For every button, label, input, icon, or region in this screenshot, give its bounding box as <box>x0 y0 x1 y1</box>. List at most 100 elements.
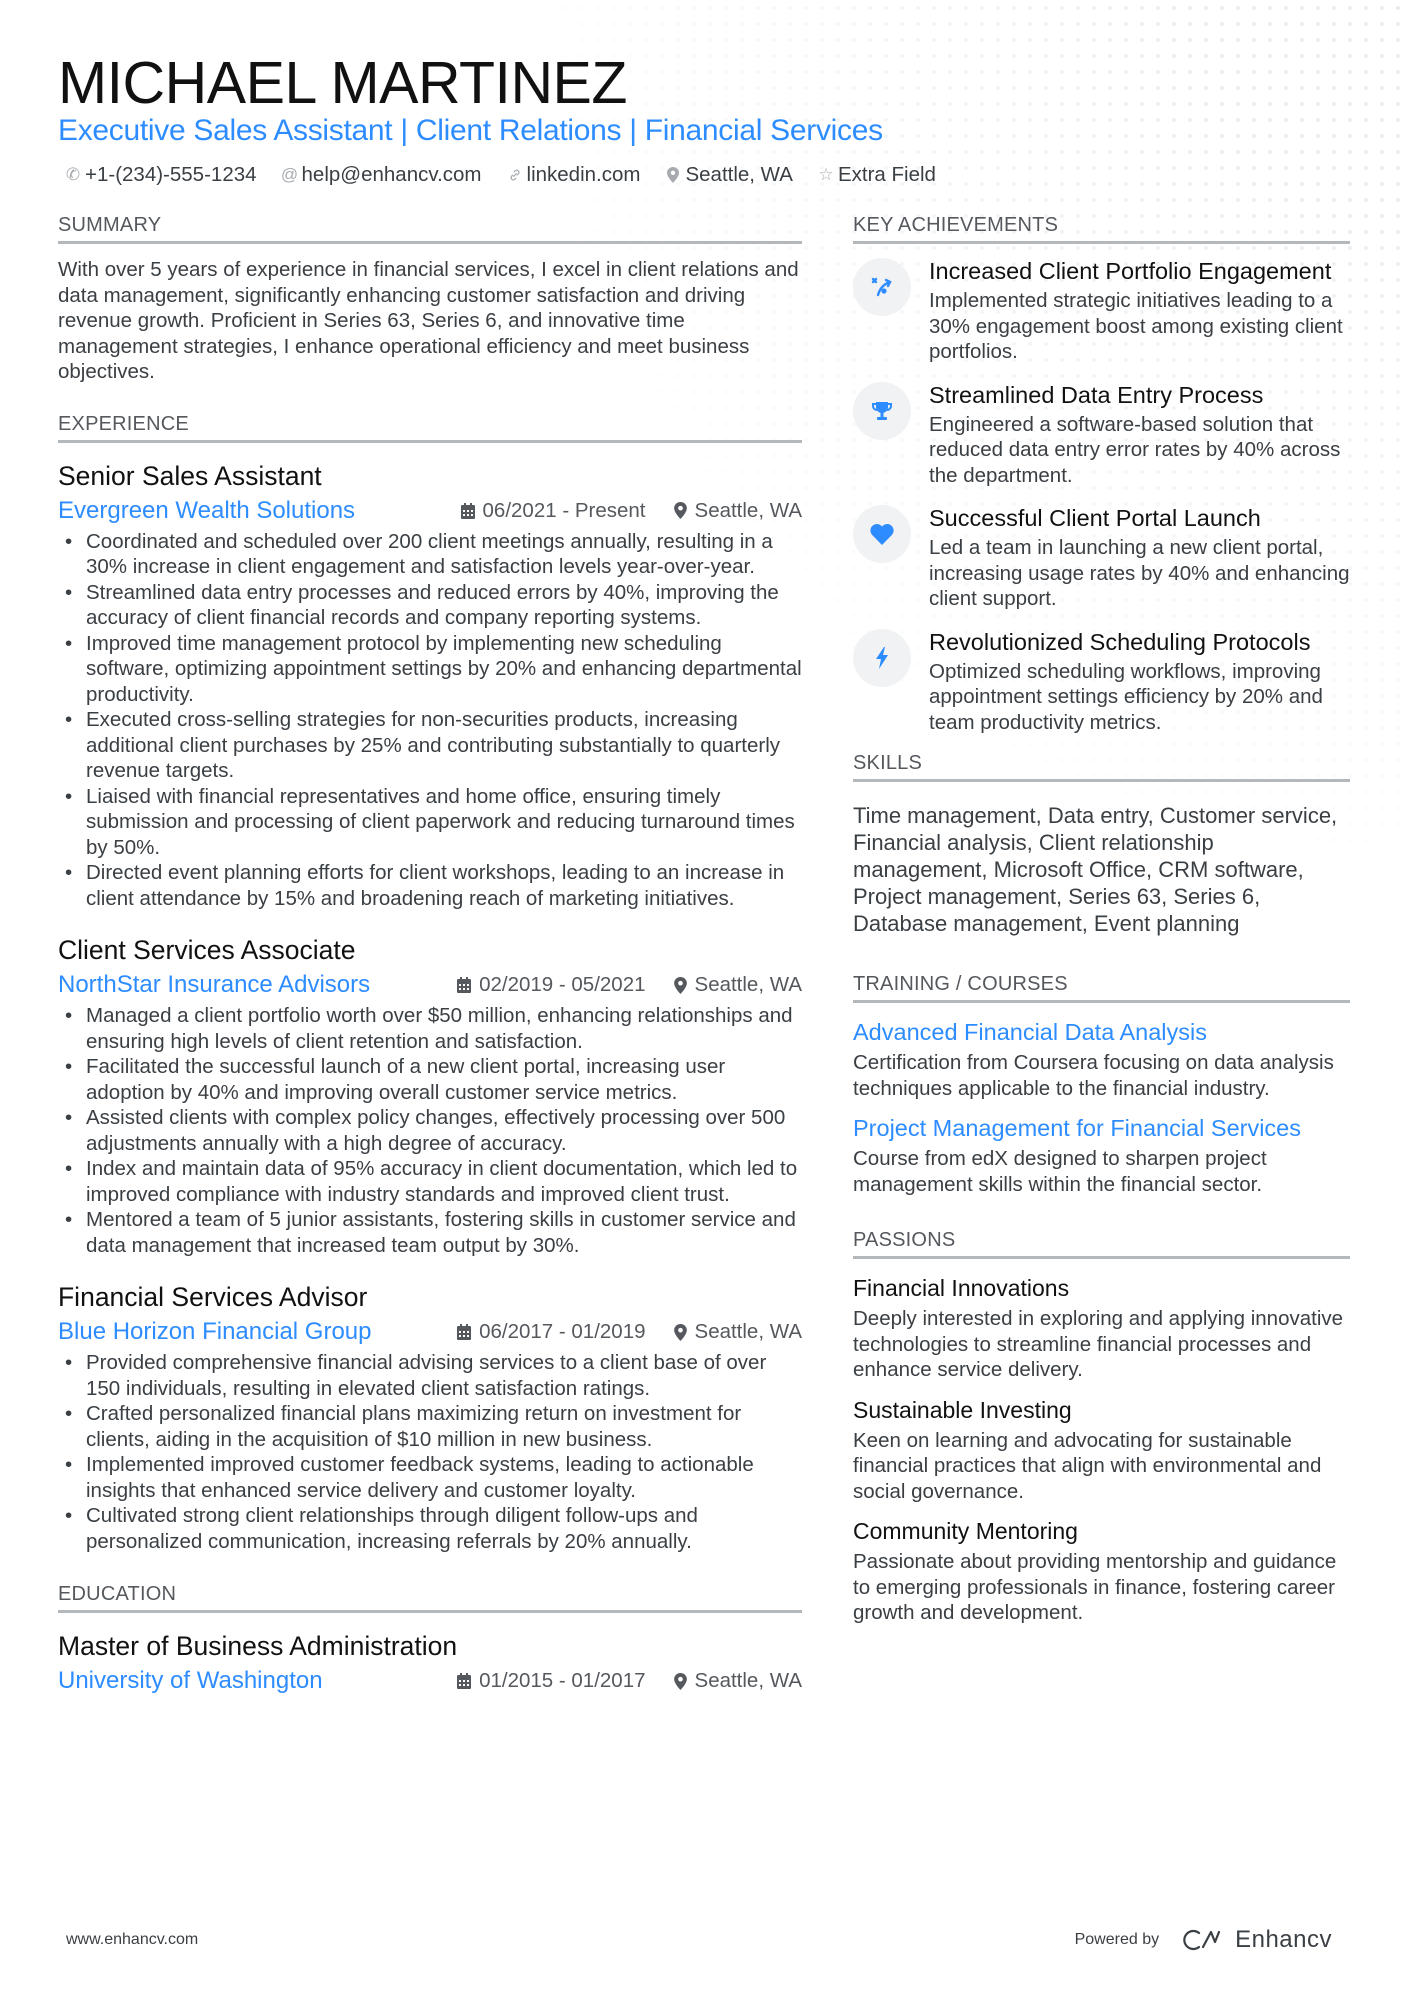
passion-title: Financial Innovations <box>853 1275 1070 1301</box>
heart-icon <box>853 505 911 563</box>
calendar-icon <box>457 1673 472 1689</box>
job-bullets: Managed a client portfolio worth over $5… <box>58 1003 802 1258</box>
course-item: Project Management for Financial Service… <box>853 1113 1350 1197</box>
candidate-headline: Executive Sales Assistant | Client Relat… <box>58 114 883 147</box>
trophy-icon <box>853 381 911 440</box>
job-location-value: Seattle, WA <box>694 973 802 996</box>
resume-page: MICHAEL MARTINEZ Executive Sales Assista… <box>0 0 1410 1995</box>
enhancv-logo-icon <box>1181 1928 1227 1952</box>
job-bullet: Mentored a team of 5 junior assistants, … <box>58 1207 802 1258</box>
job-bullet: Liaised with financial representatives a… <box>58 784 802 861</box>
contact-phone-value: +1-(234)-555-1234 <box>85 163 257 186</box>
passions-section: PASSIONS Financial Innovations Deeply in… <box>853 1227 1350 1626</box>
summary-section: SUMMARY With over 5 years of experience … <box>58 212 802 385</box>
job-dates: 02/2019 - 05/2021 <box>457 969 646 1001</box>
job-title: Senior Sales Assistant <box>58 460 322 491</box>
candidate-name: MICHAEL MARTINEZ <box>58 50 627 116</box>
school-name: University of Washington <box>58 1667 323 1694</box>
job-bullet: Assisted clients with complex policy cha… <box>58 1105 802 1156</box>
training-section: TRAINING / COURSES Advanced Financial Da… <box>853 971 1350 1197</box>
contact-row: ✆ +1-(234)-555-1234 @ help@enhancv.com l… <box>66 162 936 188</box>
experience-heading: EXPERIENCE <box>58 411 802 443</box>
contact-location: Seattle, WA <box>666 162 793 188</box>
education-meta: University of Washington 01/2015 - 01/20… <box>58 1665 802 1697</box>
education-location: Seattle, WA <box>673 1665 802 1697</box>
achievement-desc: Implemented strategic initiatives leadin… <box>929 289 1343 363</box>
contact-email[interactable]: @ help@enhancv.com <box>280 162 482 188</box>
contact-linkedin-value: linkedin.com <box>526 163 641 186</box>
job-meta: Evergreen Wealth Solutions 06/2021 - Pre… <box>58 495 802 527</box>
job-bullet: Coordinated and scheduled over 200 clien… <box>58 529 802 580</box>
passion-item: Financial Innovations Deeply interested … <box>853 1273 1350 1383</box>
calendar-icon <box>460 502 475 519</box>
job-location-value: Seattle, WA <box>694 1320 802 1343</box>
course-item: Advanced Financial Data Analysis Certifi… <box>853 1017 1350 1101</box>
achievements-list: Increased Client Portfolio Engagement Im… <box>853 256 1350 735</box>
company-name: Blue Horizon Financial Group <box>58 1318 372 1345</box>
achievement-text: Revolutionized Scheduling Protocols Opti… <box>929 627 1350 736</box>
footer-website-link[interactable]: www.enhancv.com <box>66 1931 198 1949</box>
summary-heading: SUMMARY <box>58 212 802 244</box>
job-bullet: Managed a client portfolio worth over $5… <box>58 1003 802 1054</box>
job-entry: Senior Sales Assistant Evergreen Wealth … <box>58 459 802 912</box>
achievement-item: Streamlined Data Entry Process Engineere… <box>853 380 1350 489</box>
job-dates-value: 06/2017 - 01/2019 <box>479 1320 646 1343</box>
achievement-desc: Optimized scheduling workflows, improvin… <box>929 659 1323 734</box>
achievement-item: Revolutionized Scheduling Protocols Opti… <box>853 627 1350 736</box>
contact-linkedin[interactable]: linkedin.com <box>508 162 641 188</box>
job-title: Client Services Associate <box>58 935 356 965</box>
achievement-title: Revolutionized Scheduling Protocols <box>929 628 1311 655</box>
course-title: Project Management for Financial Service… <box>853 1115 1302 1141</box>
job-dates-value: 06/2021 - Present <box>482 498 646 522</box>
job-bullet: Facilitated the successful launch of a n… <box>58 1054 802 1105</box>
job-entry: Client Services Associate NorthStar Insu… <box>58 933 802 1258</box>
passion-desc: Passionate about providing mentorship an… <box>853 1550 1337 1624</box>
passions-heading: PASSIONS <box>853 1227 1350 1259</box>
degree-title: Master of Business Administration <box>58 1631 458 1661</box>
skills-text: Time management, Data entry, Customer se… <box>853 803 1338 936</box>
right-column: KEY ACHIEVEMENTS Increased Client Portfo… <box>853 212 1350 1626</box>
job-location-value: Seattle, WA <box>694 498 802 522</box>
location-icon <box>666 167 680 183</box>
job-bullet: Directed event planning efforts for clie… <box>58 860 802 911</box>
job-location: Seattle, WA <box>673 969 802 1001</box>
passion-desc: Keen on learning and advocating for sust… <box>853 1428 1322 1503</box>
achievement-desc: Led a team in launching a new client por… <box>929 536 1350 610</box>
passion-title: Community Mentoring <box>853 1518 1078 1544</box>
skills-heading: SKILLS <box>853 750 1350 782</box>
job-bullet: Implemented improved customer feedback s… <box>58 1452 802 1503</box>
phone-icon: ✆ <box>65 165 81 184</box>
contact-location-value: Seattle, WA <box>685 163 793 186</box>
course-desc: Certification from Coursera focusing on … <box>853 1051 1334 1100</box>
calendar-icon <box>457 977 472 993</box>
location-pin-icon <box>673 976 687 994</box>
job-dates: 06/2017 - 01/2019 <box>457 1316 646 1348</box>
job-bullet: Executed cross-selling strategies for no… <box>58 707 802 784</box>
achievements-section: KEY ACHIEVEMENTS Increased Client Portfo… <box>853 212 1350 735</box>
enhancv-brand-link[interactable]: Enhancv <box>1181 1926 1332 1954</box>
job-location: Seattle, WA <box>673 1316 802 1348</box>
job-dates-value: 02/2019 - 05/2021 <box>479 973 646 996</box>
company-name: NorthStar Insurance Advisors <box>58 971 371 998</box>
contact-phone[interactable]: ✆ +1-(234)-555-1234 <box>66 162 257 188</box>
passion-item: Community Mentoring Passionate about pro… <box>853 1516 1350 1626</box>
job-dates: 06/2021 - Present <box>460 495 646 527</box>
contact-extra-value: Extra Field <box>837 163 936 186</box>
location-pin-icon <box>673 1672 687 1690</box>
achievement-text: Streamlined Data Entry Process Engineere… <box>929 380 1350 489</box>
course-desc: Course from edX designed to sharpen proj… <box>853 1147 1267 1196</box>
achievement-text: Successful Client Portal Launch Led a te… <box>929 503 1350 612</box>
left-column: SUMMARY With over 5 years of experience … <box>58 212 802 1697</box>
job-location: Seattle, WA <box>673 495 802 527</box>
summary-text: With over 5 years of experience in finan… <box>58 258 799 383</box>
at-icon: @ <box>280 165 299 184</box>
achievement-title: Streamlined Data Entry Process <box>929 381 1264 408</box>
link-icon <box>508 168 522 182</box>
education-dates-value: 01/2015 - 01/2017 <box>479 1669 646 1692</box>
education-location-value: Seattle, WA <box>694 1669 802 1692</box>
skills-section: SKILLS Time management, Data entry, Cust… <box>853 750 1350 937</box>
experience-section: EXPERIENCE Senior Sales Assistant Evergr… <box>58 411 802 1555</box>
star-icon: ☆ <box>818 165 834 184</box>
passion-desc: Deeply interested in exploring and apply… <box>853 1307 1344 1381</box>
job-bullets: Coordinated and scheduled over 200 clien… <box>58 529 802 912</box>
